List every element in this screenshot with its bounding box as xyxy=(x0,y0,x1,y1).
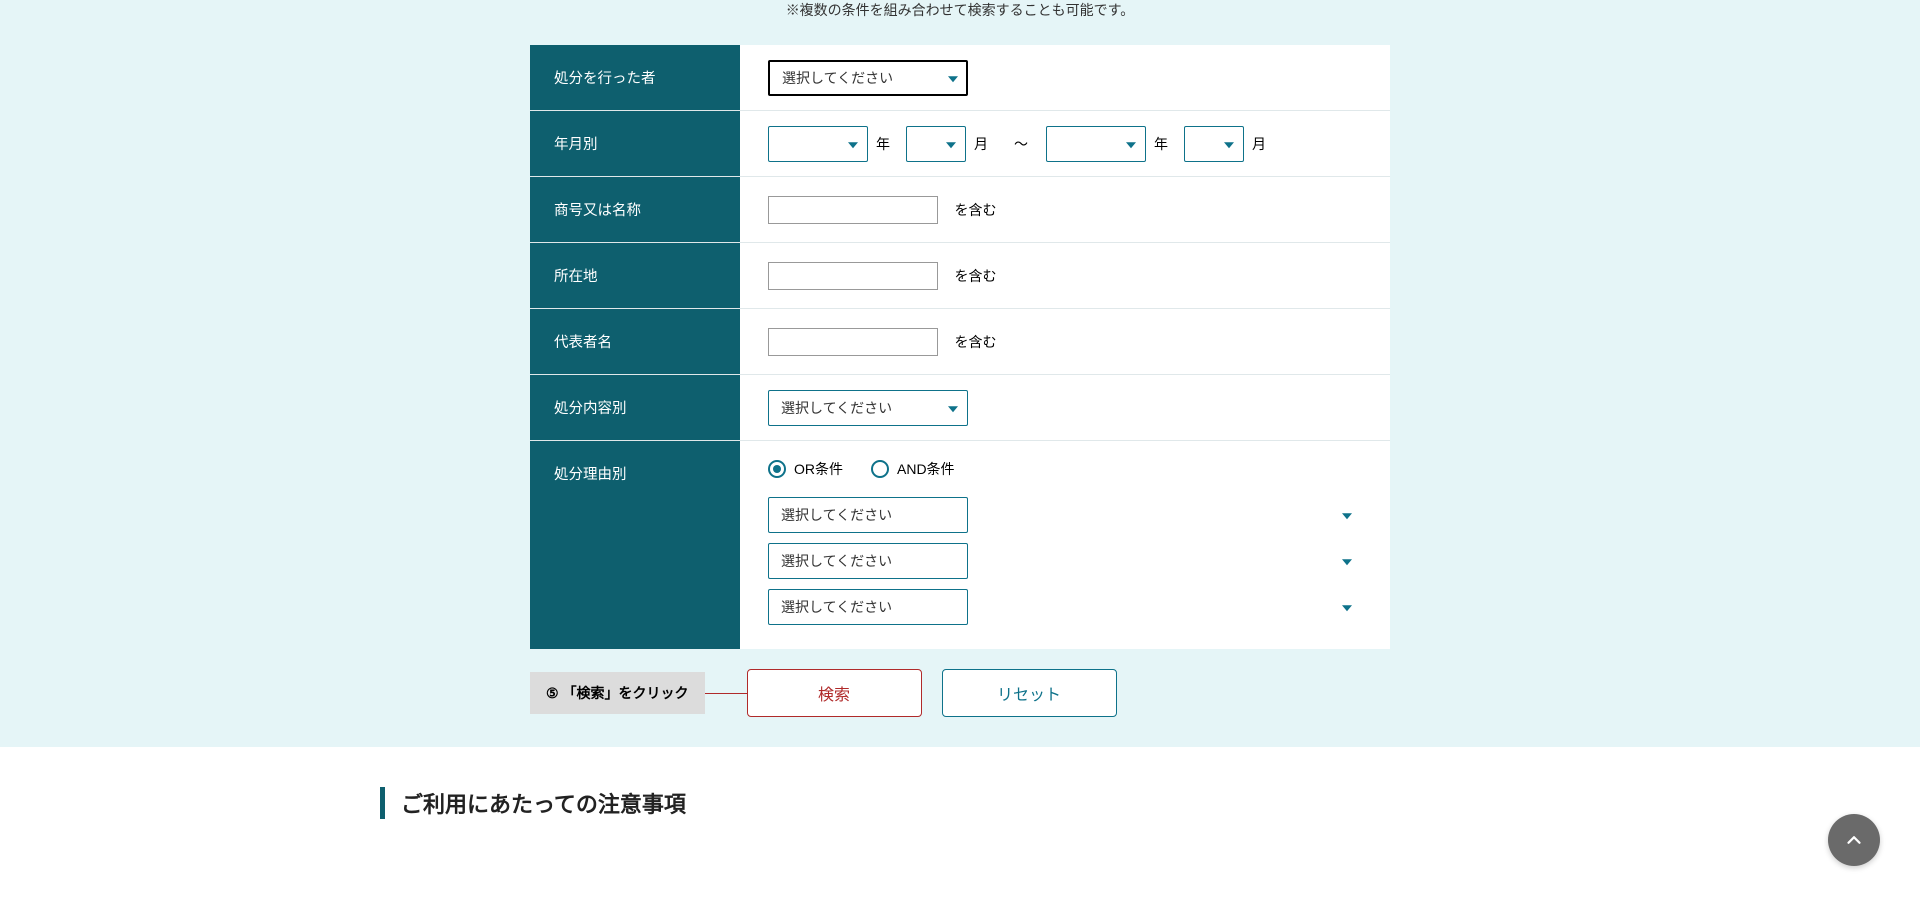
cell-reason: OR条件 AND条件 選択してください xyxy=(740,441,1390,650)
cell-company-name: を含む xyxy=(740,177,1390,243)
search-form-table: 処分を行った者 選択してください 年月別 年 xyxy=(530,45,1390,649)
select-start-month[interactable] xyxy=(906,126,966,162)
chevron-up-icon xyxy=(1843,829,1865,851)
suffix-company-name: を含む xyxy=(954,202,996,218)
label-start-month-suffix: 月 xyxy=(974,134,988,154)
cell-processor: 選択してください xyxy=(740,45,1390,111)
search-button[interactable]: 検索 xyxy=(747,669,922,717)
select-reason-1[interactable]: 選択してください xyxy=(768,497,968,533)
step-text: 「検索」をクリック xyxy=(563,683,689,703)
row-processor: 処分を行った者 選択してください xyxy=(530,45,1390,111)
cell-representative: を含む xyxy=(740,309,1390,375)
cell-by-month: 年 月 ～ 年 月 xyxy=(740,111,1390,177)
select-wrap-end-year xyxy=(1046,126,1146,162)
cell-address: を含む xyxy=(740,243,1390,309)
select-end-year[interactable] xyxy=(1046,126,1146,162)
row-disposition-type: 処分内容別 選択してください xyxy=(530,375,1390,441)
select-wrap-disposition-type: 選択してください xyxy=(768,390,968,426)
top-note-text: ※複数の条件を組み合わせて検索することも可能です。 xyxy=(0,0,1920,45)
radio-or-label: OR条件 xyxy=(794,459,843,479)
radio-or-icon xyxy=(768,460,786,478)
label-representative: 代表者名 xyxy=(530,309,740,375)
date-range-separator: ～ xyxy=(1014,134,1028,154)
select-wrap-start-month xyxy=(906,126,966,162)
select-reason-2[interactable]: 選択してください xyxy=(768,543,968,579)
select-start-year[interactable] xyxy=(768,126,868,162)
scroll-to-top-button[interactable] xyxy=(1828,814,1880,866)
label-address: 所在地 xyxy=(530,243,740,309)
label-by-month: 年月別 xyxy=(530,111,740,177)
select-wrap-end-month xyxy=(1184,126,1244,162)
select-wrap-start-year xyxy=(768,126,868,162)
step-row: ⑤ 「検索」をクリック 検索 リセット xyxy=(530,669,1390,717)
input-address[interactable] xyxy=(768,262,938,290)
reset-button[interactable]: リセット xyxy=(942,669,1117,717)
label-reason: 処分理由別 xyxy=(530,441,740,650)
input-representative[interactable] xyxy=(768,328,938,356)
row-reason: 処分理由別 OR条件 AND条件 xyxy=(530,441,1390,650)
row-address: 所在地 を含む xyxy=(530,243,1390,309)
row-company-name: 商号又は名称 を含む xyxy=(530,177,1390,243)
select-disposition-type[interactable]: 選択してください xyxy=(768,390,968,426)
suffix-representative: を含む xyxy=(954,334,996,350)
radio-and-condition[interactable]: AND条件 xyxy=(871,459,955,479)
label-company-name: 商号又は名称 xyxy=(530,177,740,243)
select-wrap-processor: 選択してください xyxy=(768,60,968,96)
select-wrap-reason-2: 選択してください xyxy=(768,543,1362,579)
step-number: ⑤ xyxy=(546,685,559,702)
step-connector-line xyxy=(705,693,747,694)
label-start-year-suffix: 年 xyxy=(876,134,890,154)
label-disposition-type: 処分内容別 xyxy=(530,375,740,441)
cell-disposition-type: 選択してください xyxy=(740,375,1390,441)
input-company-name[interactable] xyxy=(768,196,938,224)
suffix-address: を含む xyxy=(954,268,996,284)
notice-heading: ご利用にあたっての注意事項 xyxy=(380,787,1540,819)
select-wrap-reason-1: 選択してください xyxy=(768,497,1362,533)
radio-and-label: AND条件 xyxy=(897,459,955,479)
label-processor: 処分を行った者 xyxy=(530,45,740,111)
row-by-month: 年月別 年 月 ～ xyxy=(530,111,1390,177)
step-instruction-box: ⑤ 「検索」をクリック xyxy=(530,672,705,714)
label-end-month-suffix: 月 xyxy=(1252,134,1266,154)
select-reason-3[interactable]: 選択してください xyxy=(768,589,968,625)
select-end-month[interactable] xyxy=(1184,126,1244,162)
radio-and-icon xyxy=(871,460,889,478)
select-processor[interactable]: 選択してください xyxy=(768,60,968,96)
select-wrap-reason-3: 選択してください xyxy=(768,589,1362,625)
label-end-year-suffix: 年 xyxy=(1154,134,1168,154)
radio-or-condition[interactable]: OR条件 xyxy=(768,459,843,479)
row-representative: 代表者名 を含む xyxy=(530,309,1390,375)
